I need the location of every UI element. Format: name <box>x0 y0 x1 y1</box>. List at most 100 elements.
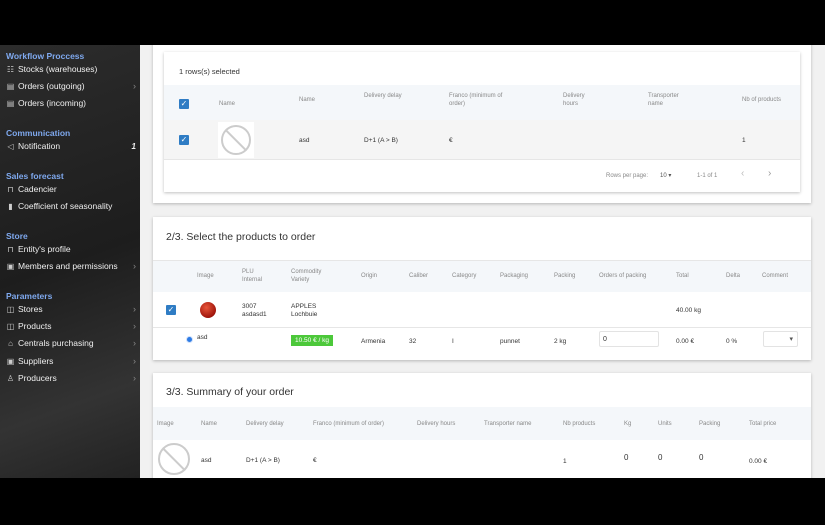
step1-card: 1 rows(s) selected ✓ Name Name Delivery … <box>153 45 811 203</box>
product-row[interactable]: ✓ 3007 asdasd1 APPLES Lochbuie 40.00 kg <box>153 292 811 328</box>
cell-kg: 0 <box>624 453 629 462</box>
sidebar-item-centrals-purchasing[interactable]: ⌂ Centrals purchasing › <box>6 336 136 350</box>
step2-title: 2/3. Select the products to order <box>166 231 316 243</box>
column-header: Delivery hours <box>417 421 456 427</box>
column-header: Kg <box>624 421 632 427</box>
caret-down-icon: ▾ <box>668 173 672 179</box>
sidebar-section-title: Workflow Proccess <box>6 51 85 61</box>
column-header: Delivery delay <box>364 93 402 99</box>
table-row[interactable]: ✓ asd D+1 (A > B) € 1 <box>164 120 800 160</box>
column-header: Units <box>658 421 672 427</box>
column-header: Franco (minimum of order) <box>313 421 385 427</box>
rows-per-page-select[interactable]: 10 ▾ <box>660 172 671 180</box>
sidebar-item-members-and-permissions[interactable]: ▣ Members and permissions › <box>6 259 136 273</box>
bar-chart-icon: ▮ <box>8 201 13 211</box>
column-header: Caliber <box>409 273 429 279</box>
next-page-button[interactable]: › <box>768 169 771 179</box>
sidebar-item-label: Members and permissions <box>18 261 118 271</box>
cell-offer-total: 0.00 € <box>676 338 695 345</box>
offer-radio[interactable] <box>186 336 193 343</box>
orders-of-packing-input[interactable]: 0 <box>599 331 659 347</box>
column-header: Image <box>197 273 214 279</box>
sidebar-section-title: Store <box>6 231 28 241</box>
table-header: ✓ Name Name Delivery delay Franco (minim… <box>164 85 800 120</box>
offer-row[interactable]: asd 10.50 € / kg Armenia 32 I punnet 2 k… <box>153 328 811 356</box>
column-header: PLU Internal <box>242 269 263 283</box>
cell-caliber: 32 <box>409 338 417 345</box>
sidebar-item-orders-outgoing[interactable]: ▤ Orders (outgoing) › <box>6 79 136 93</box>
sidebar-item-cadencier[interactable]: ⊓ Cadencier <box>6 182 136 196</box>
column-header: Delivery delay <box>246 421 284 427</box>
calendar-icon: ▤ <box>6 81 15 91</box>
sidebar-item-label: Producers <box>18 373 57 383</box>
chevron-right-icon: › <box>133 261 136 271</box>
offer-name: asd <box>197 334 208 341</box>
chevron-right-icon: › <box>133 356 136 366</box>
sidebar-item-products[interactable]: ◫ Products › <box>6 319 136 333</box>
sidebar-item-label: Cadencier <box>18 184 57 194</box>
selection-count: 1 rows(s) selected <box>179 67 240 76</box>
sidebar-section-title: Communication <box>6 128 71 138</box>
apple-image <box>200 302 216 318</box>
rows-per-page-value: 10 <box>660 173 667 179</box>
sidebar-item-producers[interactable]: ♙ Producers › <box>6 371 136 385</box>
megaphone-icon: ◁ <box>7 141 14 151</box>
column-header: Name <box>201 421 218 427</box>
cell-name: asd <box>201 457 212 464</box>
sidebar-item-label: Orders (incoming) <box>18 98 87 108</box>
chevron-right-icon: › <box>133 321 136 331</box>
column-header: Transporter name <box>648 93 679 107</box>
cell-total-price: 0.00 € <box>749 458 768 465</box>
summary-row: asd D+1 (A > B) € 1 0 0 0 0.00 € <box>153 440 811 478</box>
cell-franco: € <box>449 137 453 144</box>
column-header: Name <box>219 101 236 107</box>
id-card-icon: ▣ <box>6 356 15 366</box>
chevron-right-icon: › <box>133 81 136 91</box>
select-all-checkbox[interactable]: ✓ <box>179 99 189 109</box>
column-header: Commodity Variety <box>291 269 322 283</box>
step2-card: 2/3. Select the products to order Image … <box>153 217 811 360</box>
column-header: Transporter name <box>484 421 532 427</box>
sidebar-item-entity-s-profile[interactable]: ⊓ Entity's profile <box>6 242 136 256</box>
sidebar-item-label: Entity's profile <box>18 244 71 254</box>
table-header: Image PLU Internal Commodity Variety Ori… <box>153 260 811 292</box>
row-checkbox[interactable]: ✓ <box>179 135 189 145</box>
sidebar-section-title: Parameters <box>6 291 53 301</box>
column-header: Orders of packing <box>599 273 647 279</box>
main-content: 1 rows(s) selected ✓ Name Name Delivery … <box>140 45 825 478</box>
sidebar-item-stocks-warehouses[interactable]: ☷ Stocks (warehouses) <box>6 62 136 76</box>
variety-value: Lochbuie <box>291 311 318 318</box>
column-header: Nb of products <box>742 97 782 103</box>
sidebar-item-label: Notification <box>18 141 61 151</box>
step3-title: 3/3. Summary of your order <box>166 386 294 398</box>
sidebar-item-label: Suppliers <box>18 356 54 366</box>
price-badge: 10.50 € / kg <box>291 335 333 346</box>
cell-packaging: punnet <box>500 338 520 345</box>
box-icon: ◫ <box>6 321 15 331</box>
sidebar-item-orders-incoming[interactable]: ▤ Orders (incoming) <box>6 96 136 110</box>
prev-page-button[interactable]: ‹ <box>741 169 744 179</box>
cell-packing: 0 <box>699 453 704 462</box>
comment-select[interactable]: ▾ <box>763 331 798 347</box>
sidebar-item-notification[interactable]: ◁ Notification 1 <box>6 139 136 153</box>
sidebar-item-coefficient-of-seasonality[interactable]: ▮ Coefficient of seasonality <box>6 199 136 213</box>
sidebar-item-stores[interactable]: ◫ Stores › <box>6 302 136 316</box>
product-checkbox[interactable]: ✓ <box>166 305 176 315</box>
warehouse-icon: ☷ <box>6 64 15 74</box>
column-header: Origin <box>361 273 378 279</box>
cell-name: asd <box>299 137 310 144</box>
cell-nb-products: 1 <box>742 137 746 144</box>
no-image-icon <box>158 443 190 475</box>
step3-card: 3/3. Summary of your order Image Name De… <box>153 373 811 478</box>
commodity-value: APPLES <box>291 303 317 310</box>
plu-value: 3007 <box>242 303 257 310</box>
id-card-icon: ▣ <box>6 261 15 271</box>
building-icon: ⌂ <box>8 338 13 348</box>
table-header: Image Name Delivery delay Franco (minimu… <box>153 407 811 440</box>
sidebar-item-label: Stocks (warehouses) <box>18 64 98 74</box>
cell-category: I <box>452 338 454 345</box>
cell-delay: D+1 (A > B) <box>364 137 398 144</box>
sidebar-item-suppliers[interactable]: ▣ Suppliers › <box>6 354 136 368</box>
internal-value: asdasd1 <box>242 311 267 318</box>
column-header: Packaging <box>500 273 529 279</box>
